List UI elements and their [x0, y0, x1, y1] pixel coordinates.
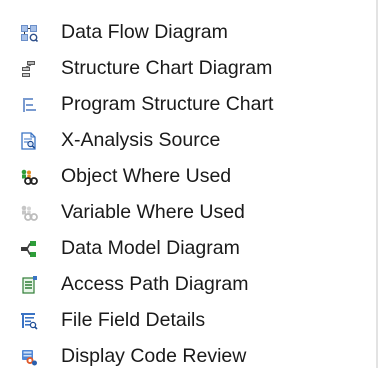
menu-item-label: Program Structure Chart [61, 93, 274, 115]
menu-item-access-path-diagram[interactable]: Access Path Diagram [0, 268, 376, 300]
data-model-icon [20, 240, 38, 258]
menu-item-label: Variable Where Used [61, 201, 245, 223]
menu-item-file-field-details[interactable]: File Field Details [0, 304, 376, 336]
menu-item-structure-chart-diagram[interactable]: Structure Chart Diagram [0, 52, 376, 84]
object-where-used-icon [20, 168, 38, 186]
menu-item-label: Structure Chart Diagram [61, 57, 273, 79]
access-path-icon [20, 276, 38, 294]
menu-item-data-model-diagram[interactable]: Data Model Diagram [0, 232, 376, 264]
menu-item-variable-where-used[interactable]: Variable Where Used [0, 196, 376, 228]
menu-item-display-code-review[interactable]: Display Code Review [0, 340, 376, 372]
program-structure-icon [20, 96, 38, 114]
menu-item-data-flow-diagram[interactable]: Data Flow Diagram [0, 16, 376, 48]
menu-item-label: File Field Details [61, 309, 206, 331]
menu-item-label: Object Where Used [61, 165, 232, 187]
structure-chart-icon [20, 60, 38, 78]
menu-item-label: Data Flow Diagram [61, 21, 228, 43]
data-flow-diagram-icon [20, 24, 38, 42]
menu-item-label: Display Code Review [61, 345, 247, 367]
menu-item-program-structure-chart[interactable]: Program Structure Chart [0, 88, 376, 120]
source-document-icon [20, 132, 38, 150]
menu-item-label: Data Model Diagram [61, 237, 240, 259]
menu-item-object-where-used[interactable]: Object Where Used [0, 160, 376, 192]
file-field-details-icon [20, 312, 38, 330]
menu-item-label: Access Path Diagram [61, 273, 249, 295]
menu-item-x-analysis-source[interactable]: X-Analysis Source [0, 124, 376, 156]
variable-where-used-icon [20, 204, 38, 222]
code-review-icon [20, 348, 38, 366]
menu-item-label: X-Analysis Source [61, 129, 221, 151]
context-menu: Data Flow Diagram Structure Chart Diagra… [0, 0, 378, 368]
